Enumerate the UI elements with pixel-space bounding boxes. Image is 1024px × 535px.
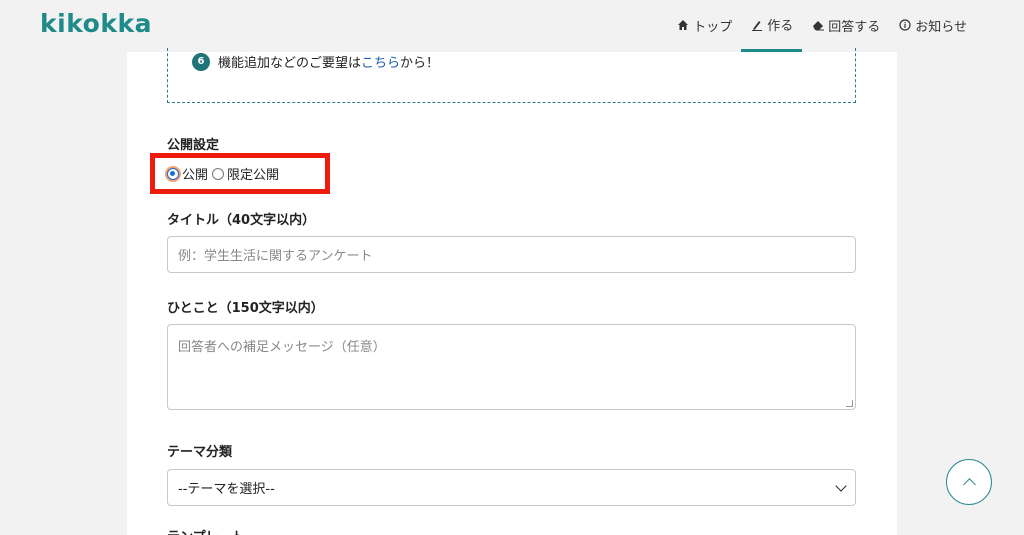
nav-create-label: 作る xyxy=(767,19,794,34)
info-icon xyxy=(898,18,912,32)
nav-answer-label: 回答する xyxy=(828,19,881,35)
comment-placeholder: 回答者への補足メッセージ（任意） xyxy=(178,340,386,355)
nav-create[interactable]: 作る xyxy=(741,0,803,52)
header: kikokka トップ 作る 回答する お知らせ xyxy=(0,0,1024,52)
theme-select[interactable]: --テーマを選択-- xyxy=(167,469,856,506)
nav-news[interactable]: お知らせ xyxy=(889,0,976,50)
template-label: テンプレート xyxy=(167,526,245,535)
pen-icon xyxy=(750,18,764,32)
nav-answer[interactable]: 回答する xyxy=(802,0,889,50)
main-nav: トップ 作る 回答する お知らせ xyxy=(667,0,976,52)
notice-box: 6 機能追加などのご要望は こちら から！ xyxy=(167,48,856,103)
notice-step: 6 機能追加などのご要望は こちら から！ xyxy=(192,52,439,71)
scroll-to-top-button[interactable] xyxy=(946,459,992,505)
nav-top-label: トップ xyxy=(693,19,733,35)
eraser-icon xyxy=(811,18,825,32)
resize-handle[interactable] xyxy=(846,400,853,407)
title-label: タイトル（40文字以内） xyxy=(167,213,316,228)
visibility-label: 公開設定 xyxy=(167,138,220,153)
step-number-badge: 6 xyxy=(192,52,210,71)
home-icon xyxy=(676,18,690,32)
chevron-up-icon xyxy=(962,477,976,491)
nav-top[interactable]: トップ xyxy=(667,0,741,50)
logo[interactable]: kikokka xyxy=(40,9,152,38)
theme-select-value: --テーマを選択-- xyxy=(178,482,275,497)
notice-text-after: から！ xyxy=(400,56,440,71)
nav-news-label: お知らせ xyxy=(915,19,967,35)
comment-textarea[interactable]: 回答者への補足メッセージ（任意） xyxy=(167,324,856,410)
form-panel: 6 機能追加などのご要望は こちら から！ 公開設定 公開 限定公開 タイトル（… xyxy=(127,48,897,535)
request-link[interactable]: こちら xyxy=(361,52,400,71)
chevron-down-icon xyxy=(835,479,847,492)
title-input[interactable]: 例：学生生活に関するアンケート xyxy=(167,236,856,273)
comment-label: ひとこと（150文字以内） xyxy=(167,301,324,316)
title-placeholder: 例：学生生活に関するアンケート xyxy=(178,249,373,264)
highlight-box xyxy=(150,153,330,194)
theme-label: テーマ分類 xyxy=(167,445,233,460)
notice-text-before: 機能追加などのご要望は xyxy=(218,56,362,71)
